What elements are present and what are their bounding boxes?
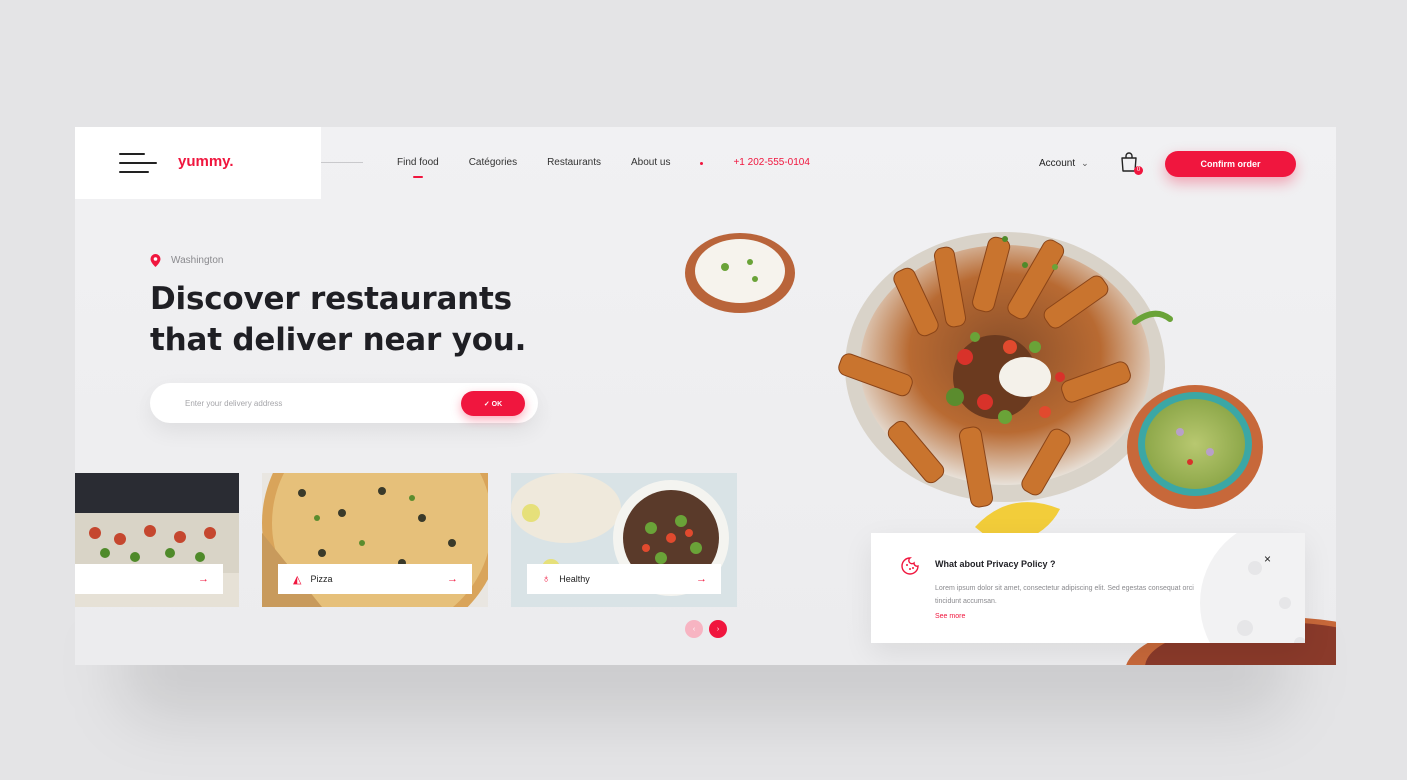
logo[interactable]: yummy.	[178, 153, 234, 170]
chevron-down-icon: ⌄	[1081, 158, 1089, 168]
nav-restaurants[interactable]: Restaurants	[547, 157, 601, 168]
account-label: Account	[1039, 158, 1076, 169]
carousel-next-button[interactable]: ›	[709, 620, 727, 638]
carousel-prev-button[interactable]: ‹	[685, 620, 703, 638]
category-card-healthy[interactable]: ♁ Healthy →	[511, 473, 737, 607]
headline-line-2: that deliver near you.	[150, 322, 527, 358]
category-name: Pizza	[310, 574, 333, 584]
category-label-healthy: ♁ Healthy →	[527, 564, 721, 594]
apple-icon: ♁	[542, 573, 551, 585]
arrow-right-icon: →	[696, 573, 707, 585]
phone-link[interactable]: +1 202-555-0104	[733, 157, 809, 168]
category-card-pizza[interactable]: ◭ Pizza →	[262, 473, 488, 607]
account-dropdown[interactable]: Account ⌄	[1039, 158, 1089, 169]
main-nav: Find food Catégories Restaurants About u…	[397, 157, 810, 178]
nav-find-food[interactable]: Find food	[397, 157, 439, 178]
nav-separator-dot	[700, 162, 704, 165]
hero-headline: Discover restaurants that deliver near y…	[150, 279, 620, 361]
headline-line-1: Discover restaurants	[150, 281, 512, 317]
cookie-icon	[901, 557, 919, 575]
confirm-order-button[interactable]: Confirm order	[1165, 151, 1296, 177]
arrow-right-icon: →	[447, 573, 458, 585]
see-more-link[interactable]: See more	[935, 613, 965, 620]
arrow-right-icon: →	[198, 573, 209, 585]
location-indicator[interactable]: Washington	[150, 254, 223, 267]
hamburger-menu-icon[interactable]	[119, 153, 157, 175]
nav-about-us[interactable]: About us	[631, 157, 670, 168]
cart-button[interactable]: 0	[1118, 151, 1144, 177]
close-icon[interactable]: ×	[1264, 552, 1271, 566]
privacy-policy-card: What about Privacy Policy ? Lorem ipsum …	[871, 533, 1305, 643]
privacy-body: Lorem ipsum dolor sit amet, consectetur …	[935, 585, 1194, 605]
category-label-partial: →	[75, 564, 223, 594]
location-label: Washington	[171, 255, 224, 266]
cart-count-badge: 0	[1134, 166, 1143, 175]
delivery-address-search: ✓ OK	[150, 383, 538, 423]
delivery-address-input[interactable]	[185, 395, 445, 411]
brand-box: yummy.	[75, 127, 321, 199]
map-pin-icon	[150, 254, 161, 267]
category-name: Healthy	[559, 574, 590, 584]
category-card-partial[interactable]: →	[75, 473, 239, 607]
nav-categories[interactable]: Catégories	[469, 157, 517, 168]
category-label-pizza: ◭ Pizza →	[278, 564, 472, 594]
privacy-title: What about Privacy Policy ?	[935, 559, 1056, 569]
ok-button[interactable]: ✓ OK	[461, 391, 525, 416]
carousel-controls: ‹ ›	[685, 620, 727, 638]
header-divider	[321, 162, 363, 163]
landing-page: yummy. Find food Catégories Restaurants …	[75, 127, 1336, 665]
pizza-icon: ◭	[293, 573, 302, 586]
